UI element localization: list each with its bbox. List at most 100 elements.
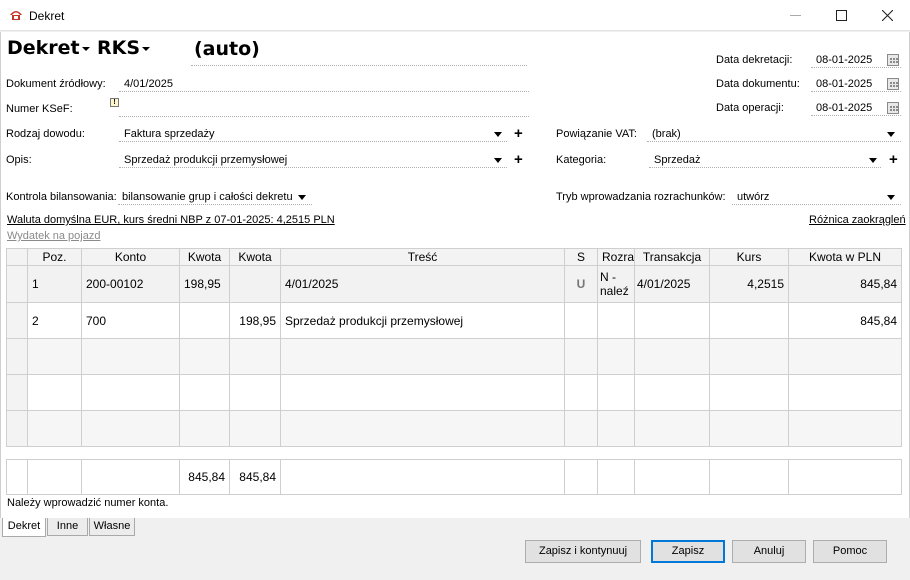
cell-kurs[interactable]: 4,2515 [709,265,789,303]
row-selector[interactable] [6,410,28,447]
data-dokumentu-field[interactable]: 08-01-2025 [816,78,872,90]
empty-cell[interactable] [179,338,230,375]
empty-cell[interactable] [179,374,230,411]
data-dekretacji-field[interactable]: 08-01-2025 [816,54,872,66]
minimize-button[interactable] [772,0,818,31]
empty-cell[interactable] [597,410,635,447]
empty-cell[interactable] [27,338,82,375]
chevron-down-icon[interactable] [887,132,895,137]
empty-cell[interactable] [27,374,82,411]
column-header-kurs[interactable]: Kurs [709,248,789,266]
empty-cell[interactable] [81,374,180,411]
numer-ksef-field[interactable] [119,116,529,117]
chevron-down-icon[interactable] [887,195,895,200]
empty-cell[interactable] [564,374,598,411]
empty-cell[interactable] [229,410,281,447]
wydatek-na-pojazd-link[interactable]: Wydatek na pojazd [7,230,100,242]
document-number[interactable]: (auto) [194,38,260,60]
empty-row[interactable] [6,374,902,411]
calendar-icon[interactable] [887,78,899,90]
add-rodzaj-button[interactable]: + [514,126,523,141]
empty-cell[interactable] [788,374,902,411]
empty-cell[interactable] [280,374,565,411]
cell-transakcja[interactable] [634,302,710,339]
waluta-link[interactable]: Waluta domyślna EUR, kurs średni NBP z 0… [7,214,335,226]
empty-cell[interactable] [788,410,902,447]
empty-cell[interactable] [634,374,710,411]
column-header-s[interactable]: S [564,248,598,266]
column-header-kwota-ma[interactable]: Kwota [229,248,281,266]
row-selector[interactable] [6,374,28,411]
cell-poz[interactable]: 1 [27,265,82,303]
empty-cell[interactable] [81,338,180,375]
row-selector[interactable] [6,265,28,303]
column-header-tresc[interactable]: Treść [280,248,565,266]
cell-kwota-pln[interactable]: 845,84 [788,265,902,303]
opis-select[interactable]: Sprzedaż produkcji przemysłowej [124,154,287,166]
empty-cell[interactable] [597,374,635,411]
empty-cell[interactable] [280,410,565,447]
empty-cell[interactable] [280,338,565,375]
powiazanie-vat-select[interactable]: (brak) [652,128,681,140]
cell-kwota-ma[interactable] [229,265,281,303]
cancel-button[interactable]: Anuluj [732,540,806,563]
rodzaj-dowodu-select[interactable]: Faktura sprzedaży [124,128,214,140]
save-continue-button[interactable]: Zapisz i kontynuuj [525,540,641,563]
register-dropdown[interactable]: RKS [97,37,151,59]
cell-kwota-wn[interactable] [179,302,230,339]
tab-dekret[interactable]: Dekret [2,518,46,537]
column-header-poz[interactable]: Poz. [27,248,82,266]
chevron-down-icon[interactable] [494,132,502,137]
cell-kwota-wn[interactable]: 198,95 [179,265,230,303]
column-header-kwota-wn[interactable]: Kwota [179,248,230,266]
empty-cell[interactable] [229,374,281,411]
kategoria-select[interactable]: Sprzedaż [654,154,700,166]
cell-tresc[interactable]: 4/01/2025 [280,265,565,303]
cell-transakcja[interactable]: 4/01/2025 [634,265,710,303]
empty-cell[interactable] [597,338,635,375]
empty-cell[interactable] [229,338,281,375]
empty-cell[interactable] [564,410,598,447]
chevron-down-icon[interactable] [494,158,502,163]
save-button[interactable]: Zapisz [651,540,725,563]
add-kategoria-button[interactable]: + [889,152,898,167]
column-header-kwota-pln[interactable]: Kwota w PLN [788,248,902,266]
cell-rozrachunek[interactable]: N - naleź [597,265,635,303]
maximize-button[interactable] [818,0,864,31]
cell-tresc[interactable]: Sprzedaż produkcji przemysłowej [280,302,565,339]
doc-type-dropdown[interactable]: Dekret [7,37,90,59]
empty-cell[interactable] [709,338,789,375]
cell-konto[interactable]: 700 [81,302,180,339]
tab-wlasne[interactable]: Własne [89,518,135,536]
empty-cell[interactable] [709,410,789,447]
cell-rozrachunek[interactable] [597,302,635,339]
cell-kurs[interactable] [709,302,789,339]
cell-kwota-pln[interactable]: 845,84 [788,302,902,339]
cell-s[interactable]: U [564,265,598,303]
tryb-rozrachunkow-select[interactable]: utwórz [737,191,769,203]
empty-row[interactable] [6,410,902,447]
empty-cell[interactable] [709,374,789,411]
close-button[interactable] [864,0,910,31]
data-operacji-field[interactable]: 08-01-2025 [816,102,872,114]
chevron-down-icon[interactable] [298,195,306,200]
calendar-icon[interactable] [887,54,899,66]
cell-konto[interactable]: 200-00102 [81,265,180,303]
cell-kwota-ma[interactable]: 198,95 [229,302,281,339]
empty-cell[interactable] [634,338,710,375]
dokument-zrodlowy-field[interactable]: 4/01/2025 [124,78,173,90]
row-selector[interactable] [6,302,28,339]
column-header-transakcja[interactable]: Transakcja [634,248,710,266]
chevron-down-icon[interactable] [869,158,877,163]
table-row[interactable]: 2 700 198,95 Sprzedaż produkcji przemysł… [6,302,902,339]
column-header-konto[interactable]: Konto [81,248,180,266]
kontrola-bilansowania-select[interactable]: bilansowanie grup i całości dekretu [122,191,293,203]
empty-cell[interactable] [564,338,598,375]
table-row[interactable]: 1 200-00102 198,95 4/01/2025 U N - naleź… [6,265,902,303]
add-opis-button[interactable]: + [514,152,523,167]
empty-cell[interactable] [634,410,710,447]
empty-cell[interactable] [179,410,230,447]
cell-s[interactable] [564,302,598,339]
empty-cell[interactable] [27,410,82,447]
roznica-zaokraglen-link[interactable]: Różnica zaokrągleń [809,214,906,226]
